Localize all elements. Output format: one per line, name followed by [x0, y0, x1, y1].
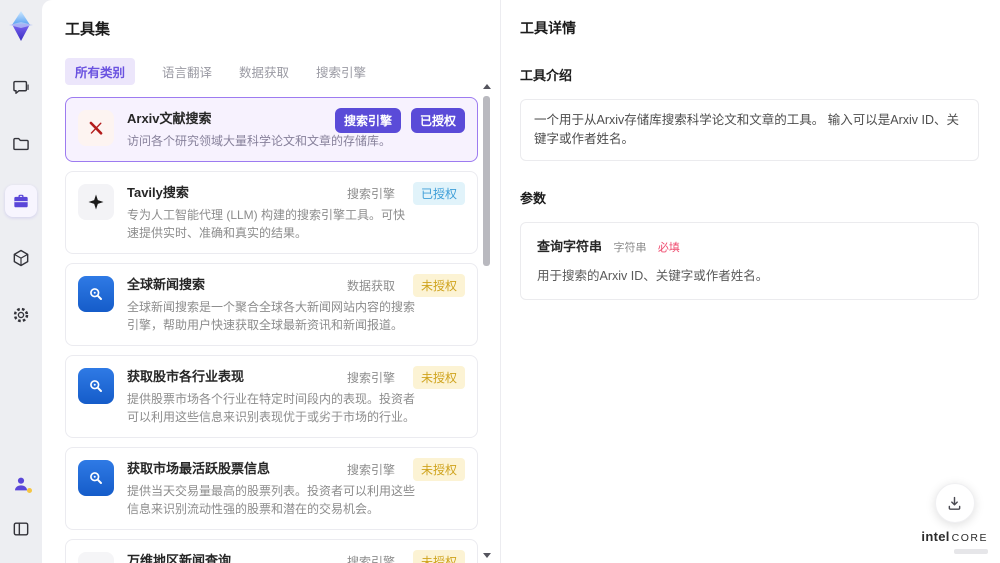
stock-search-icon — [78, 460, 114, 496]
download-icon — [945, 494, 964, 513]
auth-badge: 未授权 — [412, 366, 465, 389]
sidebar-item-models[interactable] — [5, 242, 37, 274]
tool-detail-panel: 工具详情 工具介绍 一个用于从Arxiv存储库搜索科学论文和文章的工具。 输入可… — [501, 0, 1000, 563]
intel-core-logo: intel CORE — [921, 528, 988, 554]
tool-description: 访问各个研究领域大量科学论文和文章的存储库。 — [127, 134, 392, 148]
category-label: 数据获取 — [346, 279, 395, 293]
arxiv-logo-icon — [78, 110, 114, 146]
intro-heading: 工具介绍 — [520, 68, 573, 83]
scroll-up-arrow-icon[interactable] — [483, 84, 491, 89]
floating-actions: intel CORE — [921, 483, 988, 554]
detail-title: 工具详情 — [520, 20, 576, 36]
user-icon — [11, 474, 32, 494]
page-title: 工具集 — [65, 21, 111, 38]
tab-data-retrieval[interactable]: 数据获取 — [239, 62, 289, 81]
tool-card-tavily[interactable]: Tavily搜索 专为人工智能代理 (LLM) 构建的搜索引擎工具。可快速提供实… — [65, 171, 478, 254]
gear-icon — [11, 305, 31, 325]
parameter-type: 字符串 — [613, 241, 647, 254]
parameter-header: 查询字符串 字符串 必填 — [537, 236, 962, 256]
sidebar-item-tools[interactable] — [5, 185, 37, 217]
download-button[interactable] — [934, 483, 975, 523]
category-tabs: 所有类别 语言翻译 数据获取 搜索引擎 — [65, 58, 500, 85]
tool-intro-text: 一个用于从Arxiv存储库搜索科学论文和文章的工具。 输入可以是Arxiv ID… — [534, 113, 960, 146]
newspaper-icon — [78, 552, 114, 563]
app-logo — [6, 9, 36, 43]
auth-badge: 未授权 — [412, 458, 465, 481]
tab-all-categories[interactable]: 所有类别 — [65, 58, 136, 85]
briefcase-icon — [11, 191, 31, 211]
tool-badges: 搜索引擎 未授权 — [347, 550, 465, 563]
sidebar-nav — [5, 71, 37, 331]
tool-badges: 搜索引擎 未授权 — [347, 366, 465, 389]
tavily-star-icon — [78, 184, 114, 220]
category-label: 搜索引擎 — [346, 463, 395, 477]
tool-card-global-news[interactable]: 全球新闻搜索 全球新闻搜索是一个聚合全球各大新闻网站内容的搜索引擎，帮助用户快速… — [65, 263, 478, 346]
auth-badge: 未授权 — [412, 274, 465, 297]
scroll-down-arrow-icon[interactable] — [483, 553, 491, 558]
news-search-icon — [78, 276, 114, 312]
category-label: 搜索引擎 — [346, 371, 395, 385]
auth-badge: 已授权 — [412, 182, 465, 205]
category-badge: 搜索引擎 — [334, 108, 401, 133]
category-label: 搜索引擎 — [346, 555, 395, 563]
tool-description: 提供股票市场各个行业在特定时间段内的表现。投资者可以利用这些信息来识别表现优于或… — [127, 392, 416, 424]
main-surface: 工具集 所有类别 语言翻译 数据获取 搜索引擎 Arxiv文献搜索 访问各个研究… — [42, 0, 1000, 563]
tab-language-translation[interactable]: 语言翻译 — [162, 62, 212, 81]
stock-search-icon — [78, 368, 114, 404]
sidebar — [0, 0, 42, 563]
parameter-description: 用于搜索的Arxiv ID、关键字或作者姓名。 — [537, 268, 769, 283]
list-scrollbar[interactable] — [483, 84, 491, 558]
parameter-card: 查询字符串 字符串 必填 用于搜索的Arxiv ID、关键字或作者姓名。 — [520, 221, 979, 300]
tool-description: 全球新闻搜索是一个聚合全球各大新闻网站内容的搜索引擎，帮助用户快速获取全球最新资… — [127, 300, 416, 332]
parameter-name: 查询字符串 — [537, 238, 603, 254]
folder-icon — [11, 134, 31, 154]
cube-icon — [11, 248, 31, 268]
auth-badge: 已授权 — [410, 108, 465, 133]
sidebar-item-settings[interactable] — [5, 299, 37, 331]
parameter-required-flag: 必填 — [657, 241, 680, 254]
category-label: 搜索引擎 — [346, 187, 395, 201]
scrollbar-thumb[interactable] — [483, 96, 490, 266]
chat-icon — [11, 77, 31, 97]
sidebar-item-account[interactable] — [5, 468, 37, 500]
sidebar-item-chat[interactable] — [5, 71, 37, 103]
sidebar-bottom — [5, 468, 37, 563]
tool-badges: 搜索引擎 未授权 — [347, 458, 465, 481]
tool-card-regional-news[interactable]: 万维地区新闻查询 查询具体行政区划内的新闻，快速了解各地新闻动 搜索引擎 未授权 — [65, 539, 478, 563]
tool-list-panel: 工具集 所有类别 语言翻译 数据获取 搜索引擎 Arxiv文献搜索 访问各个研究… — [42, 0, 500, 563]
tool-description: 专为人工智能代理 (LLM) 构建的搜索引擎工具。可快速提供实时、准确和真实的结… — [127, 208, 406, 240]
tool-card-active-stocks[interactable]: 获取市场最活跃股票信息 提供当天交易量最高的股票列表。投资者可以利用这些信息来识… — [65, 447, 478, 530]
tab-search-engine[interactable]: 搜索引擎 — [316, 62, 366, 81]
auth-badge: 未授权 — [412, 550, 465, 563]
tool-badges: 搜索引擎 已授权 — [347, 182, 465, 205]
tool-card-sector-performance[interactable]: 获取股市各行业表现 提供股票市场各个行业在特定时间段内的表现。投资者可以利用这些… — [65, 355, 478, 438]
tool-description: 提供当天交易量最高的股票列表。投资者可以利用这些信息来识别流动性强的股票和潜在的… — [127, 484, 416, 516]
tool-card-arxiv[interactable]: Arxiv文献搜索 访问各个研究领域大量科学论文和文章的存储库。 搜索引擎 已授… — [65, 97, 478, 162]
params-heading: 参数 — [520, 190, 547, 206]
sidebar-item-files[interactable] — [5, 128, 37, 160]
tool-intro-box: 一个用于从Arxiv存储库搜索科学论文和文章的工具。 输入可以是Arxiv ID… — [520, 99, 979, 161]
tool-card-list: Arxiv文献搜索 访问各个研究领域大量科学论文和文章的存储库。 搜索引擎 已授… — [65, 97, 478, 563]
sidebar-item-collapse-panel[interactable] — [5, 513, 37, 545]
tool-badges: 搜索引擎 已授权 — [334, 108, 465, 133]
tool-badges: 数据获取 未授权 — [347, 274, 465, 297]
intel-wordmark: intel — [921, 529, 950, 544]
core-wordmark: CORE — [951, 532, 988, 544]
intel-ultra-mark — [954, 549, 988, 554]
panel-layout-icon — [11, 519, 31, 539]
